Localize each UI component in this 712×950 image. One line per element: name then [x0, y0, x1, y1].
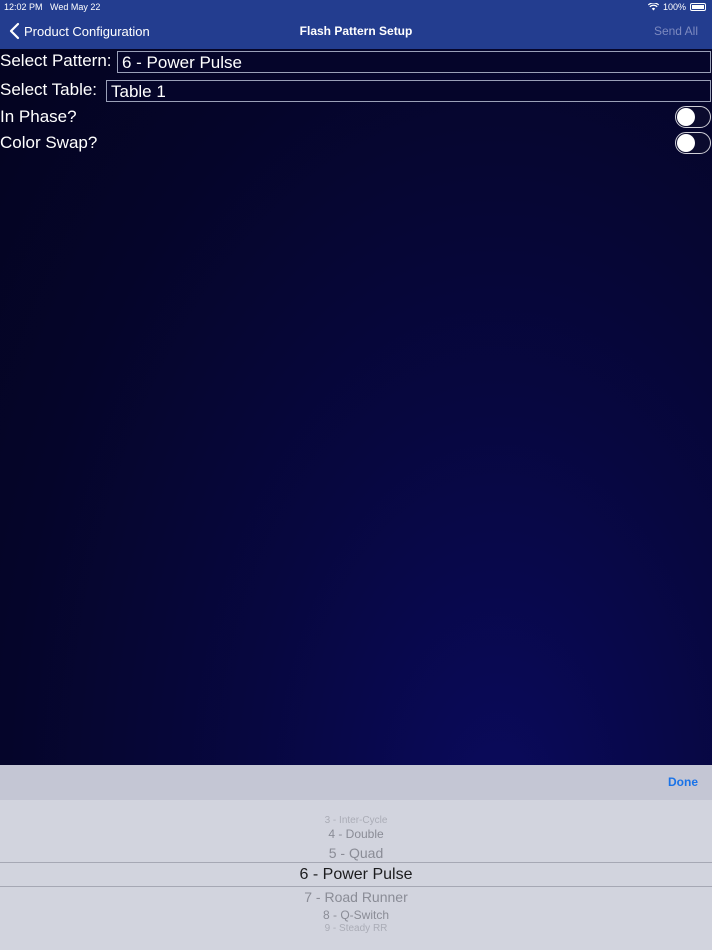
picker-option[interactable]: 3 - Inter-Cycle: [0, 815, 712, 826]
picker-option[interactable]: 7 - Road Runner: [0, 889, 712, 905]
done-button[interactable]: Done: [668, 775, 698, 789]
pattern-picker[interactable]: 3 - Inter-Cycle 4 - Double 5 - Quad 6 - …: [0, 800, 712, 950]
select-table-field[interactable]: Table 1: [106, 80, 711, 102]
select-table-label: Select Table:: [0, 80, 98, 99]
picker-option-selected[interactable]: 6 - Power Pulse: [0, 866, 712, 884]
status-indicators: 100%: [647, 2, 706, 12]
color-swap-label: Color Swap?: [0, 133, 98, 152]
status-bar: 12:02 PM Wed May 22 100%: [0, 0, 712, 14]
status-time: 12:02 PM: [4, 2, 43, 12]
selection-indicator-bottom: [0, 886, 712, 887]
toggle-knob: [677, 108, 695, 126]
toggle-knob: [677, 134, 695, 152]
send-all-button[interactable]: Send All: [654, 24, 698, 38]
select-pattern-field[interactable]: 6 - Power Pulse: [117, 51, 711, 73]
selection-indicator-top: [0, 862, 712, 863]
select-pattern-label: Select Pattern:: [0, 51, 112, 70]
page-title: Flash Pattern Setup: [299, 24, 413, 38]
picker-option[interactable]: 4 - Double: [0, 827, 712, 841]
picker-toolbar: Done: [0, 765, 712, 800]
status-date: Wed May 22: [50, 2, 101, 12]
wifi-icon: [647, 3, 659, 11]
picker-option[interactable]: 5 - Quad: [0, 845, 712, 861]
picker-option[interactable]: 9 - Steady RR: [0, 923, 712, 934]
in-phase-label: In Phase?: [0, 107, 77, 126]
battery-percent: 100%: [662, 2, 686, 12]
navigation-bar: Product Configuration Flash Pattern Setu…: [0, 14, 712, 49]
color-swap-toggle[interactable]: [675, 132, 711, 154]
battery-icon: [690, 3, 706, 11]
picker-option[interactable]: 8 - Q-Switch: [0, 908, 712, 922]
in-phase-toggle[interactable]: [675, 106, 711, 128]
